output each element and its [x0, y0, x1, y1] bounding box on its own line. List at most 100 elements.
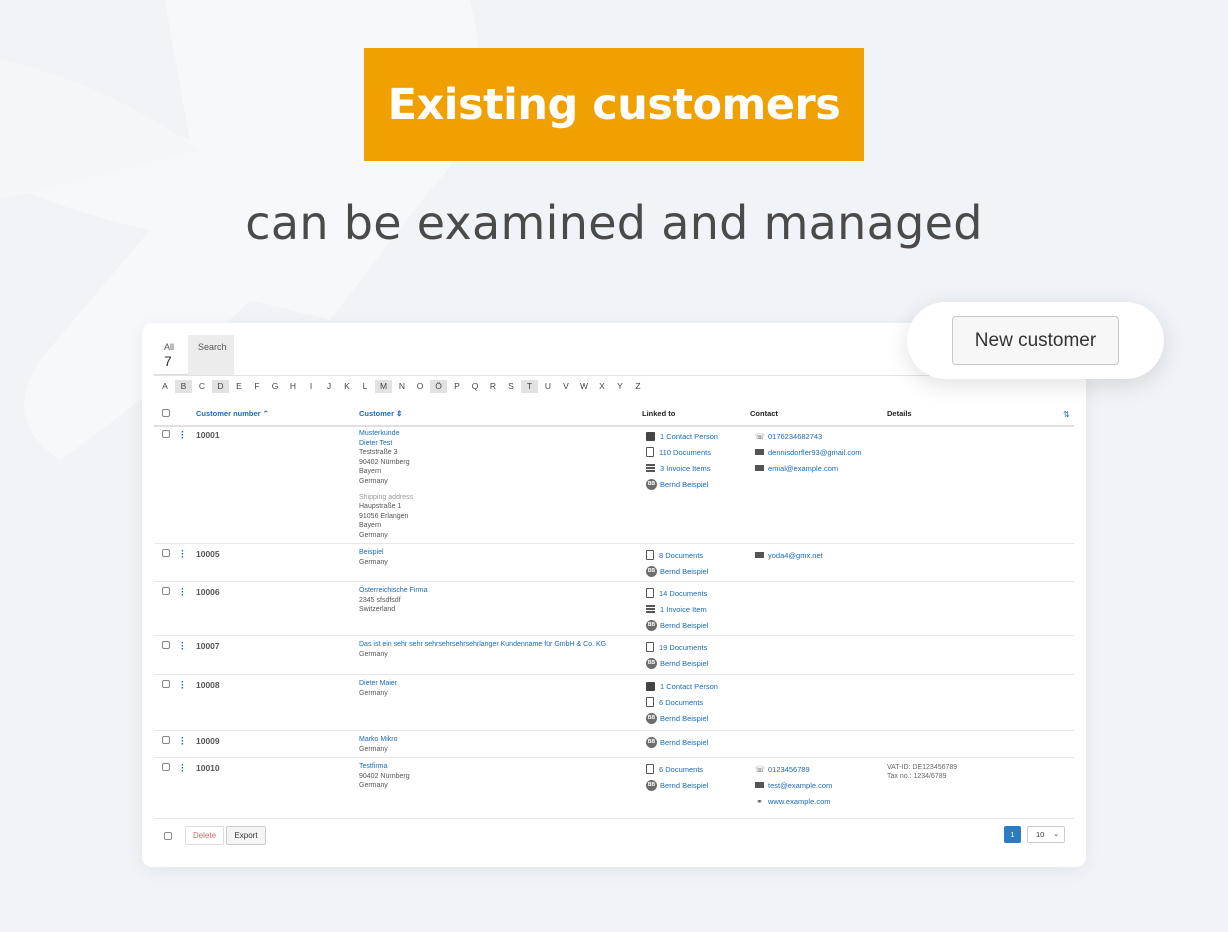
letter-filter-Q[interactable]: Q: [466, 380, 484, 393]
row-menu-icon[interactable]: · · ·: [181, 639, 185, 655]
linked-item[interactable]: 1 Contact Person: [646, 678, 718, 694]
linked-item[interactable]: 110 Documents: [646, 444, 718, 460]
letter-filter-M[interactable]: M: [375, 380, 392, 393]
letter-filter-L[interactable]: L: [356, 380, 374, 393]
letter-filter-Z[interactable]: Z: [629, 380, 647, 393]
linked-item[interactable]: 8 Documents: [646, 547, 708, 563]
customer-name-link[interactable]: Das ist ein sehr sehr sehrsehrsehrsehrla…: [359, 640, 606, 650]
contact-item[interactable]: ⚭ www.example.com: [755, 793, 832, 809]
row-divider: [154, 635, 1074, 636]
letter-filter-D[interactable]: D: [212, 380, 229, 393]
address-line: 2345 sfsdfsdf: [359, 596, 401, 604]
letter-filter-T[interactable]: T: [521, 380, 538, 393]
customer-name-link[interactable]: Musterkunde: [359, 429, 413, 439]
footer-select-checkbox[interactable]: [164, 832, 172, 840]
contact-item[interactable]: yoda4@gmx.net: [755, 547, 823, 563]
linked-item[interactable]: BB Bernd Beispiel: [646, 777, 708, 793]
customer-name-link[interactable]: Österreichische Firma: [359, 586, 427, 596]
delete-button[interactable]: Delete: [185, 826, 224, 845]
customer-name-link[interactable]: Dieter Test: [359, 439, 413, 449]
letter-filter-H[interactable]: H: [284, 380, 302, 393]
customer-name-link[interactable]: Dieter Maier: [359, 679, 397, 689]
contact-item[interactable]: dennisdorfler93@gmail.com: [755, 444, 862, 460]
linked-to-cell: 8 Documents BB Bernd Beispiel: [646, 547, 708, 579]
row-checkbox[interactable]: [162, 680, 170, 688]
linked-item[interactable]: 1 Invoice Item: [646, 601, 708, 617]
per-page-select[interactable]: 10 ⌄: [1027, 826, 1065, 843]
column-customer[interactable]: Customer ⇕: [359, 408, 402, 426]
customer-number: 10006: [196, 587, 220, 597]
letter-filter-C[interactable]: C: [193, 380, 211, 393]
pagination-page-1[interactable]: 1: [1004, 826, 1021, 843]
customer-name-link[interactable]: Marko Mikro: [359, 735, 398, 745]
contact-item[interactable]: test@example.com: [755, 777, 832, 793]
row-checkbox[interactable]: [162, 641, 170, 649]
linked-item[interactable]: BB Bernd Beispiel: [646, 710, 718, 726]
row-checkbox[interactable]: [162, 430, 170, 438]
row-checkbox[interactable]: [162, 763, 170, 771]
linked-item[interactable]: BB Bernd Beispiel: [646, 617, 708, 633]
row-menu-icon[interactable]: · · ·: [181, 585, 185, 601]
letter-filter-G[interactable]: G: [266, 380, 284, 393]
letter-filter-A[interactable]: A: [156, 380, 174, 393]
row-menu-icon[interactable]: · · ·: [181, 428, 185, 444]
linked-item[interactable]: BB Bernd Beispiel: [646, 734, 708, 750]
contact-item[interactable]: ☏ 0176234682743: [755, 428, 862, 444]
linked-item[interactable]: 6 Documents: [646, 694, 718, 710]
sort-icon[interactable]: ⇅: [1063, 410, 1070, 419]
letter-filter-O[interactable]: O: [411, 380, 429, 393]
customer-name-link[interactable]: Testfirma: [359, 762, 410, 772]
row-menu-icon[interactable]: · · ·: [181, 734, 185, 750]
tab-all-count: 7: [164, 353, 172, 369]
letter-filter-R[interactable]: R: [484, 380, 502, 393]
letter-filter-E[interactable]: E: [230, 380, 248, 393]
tab-search[interactable]: Search: [188, 335, 234, 375]
letter-filter-Ö[interactable]: Ö: [430, 380, 447, 393]
linked-item[interactable]: BB Bernd Beispiel: [646, 655, 708, 671]
contact-value: 0123456789: [768, 764, 810, 774]
avatar: BB: [646, 478, 657, 490]
letter-filter-N[interactable]: N: [393, 380, 411, 393]
linked-item[interactable]: 1 Contact Person: [646, 428, 718, 444]
letter-filter-I[interactable]: I: [302, 380, 320, 393]
letter-filter-X[interactable]: X: [593, 380, 611, 393]
contact-item[interactable]: emial@example.com: [755, 460, 862, 476]
select-all-checkbox[interactable]: [162, 409, 170, 417]
letter-filter-J[interactable]: J: [320, 380, 338, 393]
row-menu-icon[interactable]: · · ·: [181, 678, 185, 694]
letter-filter-K[interactable]: K: [338, 380, 356, 393]
letter-filter-W[interactable]: W: [575, 380, 593, 393]
linked-item[interactable]: 6 Documents: [646, 761, 708, 777]
letter-filter-V[interactable]: V: [557, 380, 575, 393]
row-menu-icon[interactable]: · · ·: [181, 547, 185, 563]
hero-title-banner: Existing customers: [364, 48, 864, 161]
row-menu-icon[interactable]: · · ·: [181, 761, 185, 777]
letter-filter-S[interactable]: S: [502, 380, 520, 393]
customer-number: 10005: [196, 549, 220, 559]
row-checkbox[interactable]: [162, 549, 170, 557]
linked-item[interactable]: BB Bernd Beispiel: [646, 476, 718, 492]
letter-filter-Y[interactable]: Y: [611, 380, 629, 393]
new-customer-button[interactable]: New customer: [952, 316, 1119, 365]
row-checkbox[interactable]: [162, 587, 170, 595]
linked-item-label: Bernd Beispiel: [660, 780, 709, 790]
customer-name-link[interactable]: Beispiel: [359, 548, 388, 558]
letter-filter-U[interactable]: U: [539, 380, 557, 393]
letter-filter-B[interactable]: B: [175, 380, 192, 393]
tab-all[interactable]: All 7: [154, 335, 188, 375]
customer-number: 10007: [196, 641, 220, 651]
linked-item[interactable]: BB Bernd Beispiel: [646, 563, 708, 579]
export-button[interactable]: Export: [226, 826, 266, 845]
customer-cell: Das ist ein sehr sehr sehrsehrsehrsehrla…: [359, 640, 606, 659]
linked-item[interactable]: 3 Invoice Items: [646, 460, 718, 476]
column-customer-number[interactable]: Customer number ⌃: [196, 408, 269, 426]
contact-item[interactable]: ☏ 0123456789: [755, 761, 832, 777]
letter-filter-P[interactable]: P: [448, 380, 466, 393]
address-line: Germany: [359, 689, 388, 697]
linked-item[interactable]: 14 Documents: [646, 585, 708, 601]
linked-item[interactable]: 19 Documents: [646, 639, 708, 655]
row-checkbox[interactable]: [162, 736, 170, 744]
letter-filter-F[interactable]: F: [248, 380, 266, 393]
link-icon: ⚭: [756, 796, 763, 806]
linked-item-label: Bernd Beispiel: [660, 566, 709, 576]
